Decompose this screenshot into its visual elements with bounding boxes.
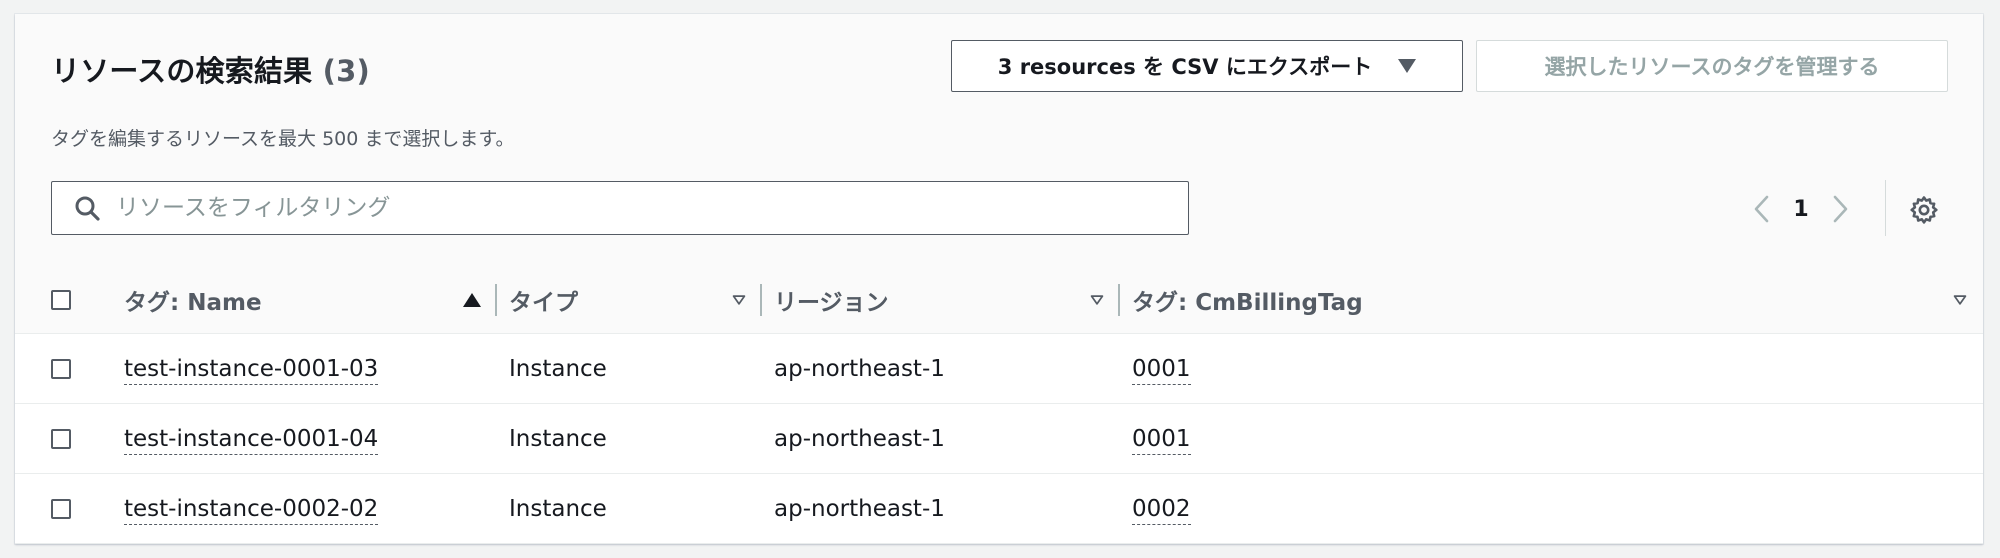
sort-icon bbox=[1090, 294, 1104, 305]
caret-down-icon bbox=[1398, 59, 1417, 73]
cell-billing-tag: 0001 bbox=[1120, 333, 1983, 404]
row-select-cell bbox=[15, 333, 112, 404]
chevron-left-icon[interactable] bbox=[1742, 189, 1782, 229]
row-select-cell bbox=[15, 403, 112, 474]
result-count: (3) bbox=[322, 54, 370, 88]
table-row[interactable]: test-instance-0002-02 Instance ap-northe… bbox=[15, 473, 1983, 544]
select-all-checkbox[interactable] bbox=[51, 290, 71, 310]
row-checkbox[interactable] bbox=[51, 429, 71, 449]
column-header-label: リージョン bbox=[774, 289, 889, 316]
export-csv-button[interactable]: 3 resources を CSV にエクスポート bbox=[951, 40, 1463, 92]
row-select-cell bbox=[15, 473, 112, 544]
row-checkbox[interactable] bbox=[51, 499, 71, 519]
column-header-label: タグ: CmBillingTag bbox=[1132, 289, 1363, 316]
current-page[interactable]: 1 bbox=[1782, 197, 1820, 222]
search-icon bbox=[64, 181, 110, 235]
cell-name: test-instance-0002-02 bbox=[112, 473, 497, 544]
column-header-type[interactable]: タイプ bbox=[497, 266, 762, 334]
cell-region: ap-northeast-1 bbox=[762, 403, 1120, 474]
billing-tag-value[interactable]: 0002 bbox=[1132, 495, 1191, 525]
title-text: リソースの検索結果 bbox=[51, 54, 313, 88]
cell-region: ap-northeast-1 bbox=[762, 473, 1120, 544]
select-all-cell bbox=[15, 266, 112, 334]
cell-name: test-instance-0001-04 bbox=[112, 403, 497, 474]
resource-name[interactable]: test-instance-0001-04 bbox=[124, 425, 379, 455]
page-title: リソースの検索結果 (3) bbox=[51, 48, 370, 90]
cell-billing-tag: 0002 bbox=[1120, 473, 1983, 544]
filter-box bbox=[51, 181, 1189, 235]
table-row[interactable]: test-instance-0001-04 Instance ap-northe… bbox=[15, 403, 1983, 474]
filter-input[interactable] bbox=[110, 195, 1188, 221]
cell-type: Instance bbox=[497, 333, 762, 404]
cell-type: Instance bbox=[497, 403, 762, 474]
resource-name[interactable]: test-instance-0002-02 bbox=[124, 495, 379, 525]
manage-tags-label: 選択したリソースのタグを管理する bbox=[1544, 55, 1880, 79]
gear-icon[interactable] bbox=[1904, 190, 1944, 230]
cell-billing-tag: 0001 bbox=[1120, 403, 1983, 474]
sort-icon bbox=[1953, 294, 1967, 305]
pagination: 1 bbox=[1742, 189, 1860, 229]
resource-name[interactable]: test-instance-0001-03 bbox=[124, 355, 379, 385]
table-row[interactable]: test-instance-0001-03 Instance ap-northe… bbox=[15, 333, 1983, 404]
manage-tags-button[interactable]: 選択したリソースのタグを管理する bbox=[1476, 40, 1948, 92]
panel-header: リソースの検索結果 (3) タグを編集するリソースを最大 500 まで選択します… bbox=[15, 14, 1983, 267]
export-csv-label: 3 resources を CSV にエクスポート bbox=[997, 55, 1373, 79]
column-header-label: タイプ bbox=[509, 289, 578, 316]
page-description: タグを編集するリソースを最大 500 まで選択します。 bbox=[51, 128, 515, 150]
column-header-billing-tag[interactable]: タグ: CmBillingTag bbox=[1120, 266, 1983, 334]
resource-results-panel: リソースの検索結果 (3) タグを編集するリソースを最大 500 まで選択します… bbox=[15, 14, 1983, 544]
row-checkbox[interactable] bbox=[51, 359, 71, 379]
cell-region: ap-northeast-1 bbox=[762, 333, 1120, 404]
column-header-label: タグ: Name bbox=[124, 289, 262, 316]
sort-icon bbox=[732, 294, 746, 305]
column-header-region[interactable]: リージョン bbox=[762, 266, 1120, 334]
table-header-row: タグ: Name タイプ リージョン タグ: CmBillingTag bbox=[15, 266, 1983, 334]
cell-type: Instance bbox=[497, 473, 762, 544]
sort-ascending-icon bbox=[463, 292, 481, 307]
resource-table: タグ: Name タイプ リージョン タグ: CmBillingTag test… bbox=[15, 266, 1983, 544]
cell-name: test-instance-0001-03 bbox=[112, 333, 497, 404]
billing-tag-value[interactable]: 0001 bbox=[1132, 425, 1191, 455]
chevron-right-icon[interactable] bbox=[1820, 189, 1860, 229]
billing-tag-value[interactable]: 0001 bbox=[1132, 355, 1191, 385]
pager-divider bbox=[1885, 180, 1886, 236]
column-header-name[interactable]: タグ: Name bbox=[112, 266, 497, 334]
